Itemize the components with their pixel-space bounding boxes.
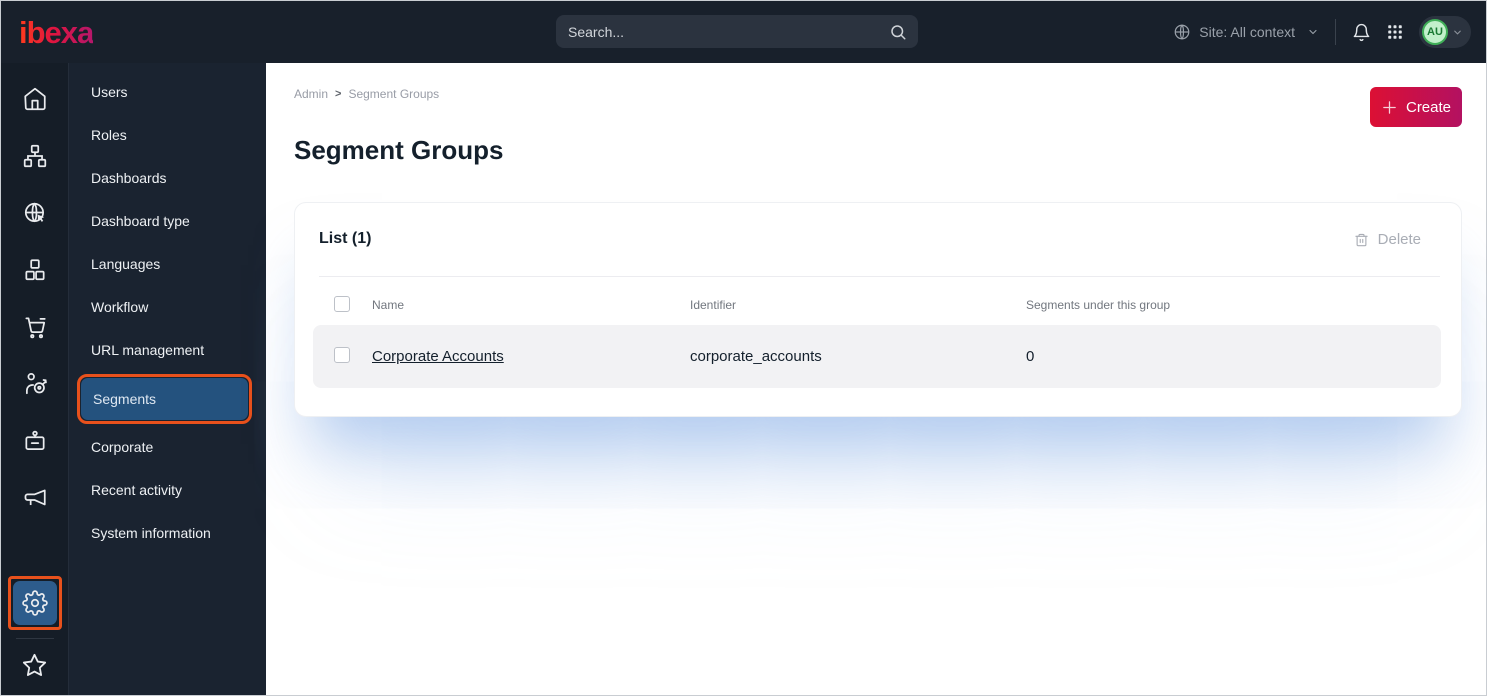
search-input[interactable]	[556, 23, 889, 40]
topbar-divider	[1335, 19, 1336, 45]
main-content: Admin > Segment Groups Segment Groups Cr…	[266, 63, 1486, 695]
site-globe-icon	[1173, 23, 1191, 41]
user-menu[interactable]: AU	[1419, 16, 1471, 48]
notifications-bell-icon[interactable]	[1352, 23, 1371, 42]
search-icon[interactable]	[889, 23, 907, 41]
menu-item-dashboards[interactable]: Dashboards	[69, 157, 266, 200]
annotation-highlight-settings	[7, 576, 62, 630]
breadcrumb-separator: >	[335, 88, 342, 100]
row-checkbox[interactable]	[334, 346, 350, 363]
breadcrumb: Admin > Segment Groups	[294, 87, 1486, 101]
menu-item-workflow[interactable]: Workflow	[69, 286, 266, 329]
home-icon[interactable]	[1, 70, 68, 127]
table-row: Corporate Accounts corporate_accounts 0	[313, 325, 1441, 388]
settings-gear-icon[interactable]	[12, 581, 57, 625]
chevron-down-icon	[1307, 26, 1319, 38]
menu-item-segments[interactable]: Segments	[81, 378, 248, 420]
column-header-identifier: Identifier	[690, 298, 737, 312]
menu-item-system-information[interactable]: System information	[69, 512, 266, 555]
topbar-right-cluster: Site: All context AU	[1173, 1, 1471, 63]
card-divider	[319, 276, 1440, 277]
site-globe-icon[interactable]	[1, 184, 68, 241]
page-title: Segment Groups	[294, 135, 504, 165]
menu-item-url-management[interactable]: URL management	[69, 329, 266, 372]
side-menu: Users Roles Dashboards Dashboard type Langua…	[68, 63, 266, 695]
menu-item-roles[interactable]: Roles	[69, 114, 266, 157]
create-button[interactable]: Create	[1370, 87, 1462, 127]
sitemap-icon[interactable]	[1, 127, 68, 184]
menu-item-dashboard-type[interactable]: Dashboard type	[69, 200, 266, 243]
ibexa-admin-screen: { "topbar": { "logo_text": "ibexa", "sea…	[0, 0, 1487, 696]
icon-rail	[1, 63, 68, 695]
menu-item-corporate[interactable]: Corporate	[69, 426, 266, 469]
column-header-name: Name	[372, 298, 405, 312]
app-grid-icon[interactable]	[1386, 23, 1404, 41]
plus-icon	[1381, 99, 1398, 116]
select-all-checkbox[interactable]	[334, 295, 350, 312]
favorites-star-icon[interactable]	[1, 641, 68, 689]
shopping-cart-icon[interactable]	[1, 298, 68, 355]
menu-item-languages[interactable]: Languages	[69, 243, 266, 286]
breadcrumb-admin[interactable]: Admin	[294, 87, 328, 101]
segment-groups-list-card: List (1) Delete Name Identifier Segments…	[294, 202, 1462, 417]
products-boxes-icon[interactable]	[1, 241, 68, 298]
rail-divider	[15, 638, 54, 639]
site-context-label: Site: All context	[1199, 24, 1295, 40]
menu-item-recent-activity[interactable]: Recent activity	[69, 469, 266, 512]
annotation-highlight-segments: Segments	[77, 374, 252, 424]
create-button-label: Create	[1405, 98, 1452, 116]
site-context-switcher[interactable]: Site: All context	[1173, 23, 1319, 41]
delete-button-label: Delete	[1377, 231, 1421, 248]
customer-badge-icon[interactable]	[1, 412, 68, 469]
segment-group-segments-count: 0	[1026, 348, 1035, 365]
avatar: AU	[1422, 19, 1448, 45]
column-header-segments-count: Segments under this group	[1026, 298, 1171, 312]
menu-item-users[interactable]: Users	[69, 71, 266, 114]
topbar: ibexa Site: All context AU	[1, 1, 1486, 63]
personalization-target-icon[interactable]	[1, 355, 68, 412]
marketing-megaphone-icon[interactable]	[1, 469, 68, 526]
global-search	[556, 15, 918, 48]
delete-button[interactable]: Delete	[1354, 231, 1421, 248]
segment-group-identifier: corporate_accounts	[690, 348, 822, 365]
segment-group-name-link[interactable]: Corporate Accounts	[372, 348, 504, 365]
ibexa-logo[interactable]: ibexa	[19, 17, 94, 48]
chevron-down-icon	[1452, 27, 1463, 38]
trash-icon	[1354, 232, 1369, 248]
list-card-title: List (1)	[319, 230, 372, 247]
breadcrumb-current: Segment Groups	[348, 87, 440, 101]
table-header-row: Name Identifier Segments under this grou…	[313, 289, 1441, 321]
